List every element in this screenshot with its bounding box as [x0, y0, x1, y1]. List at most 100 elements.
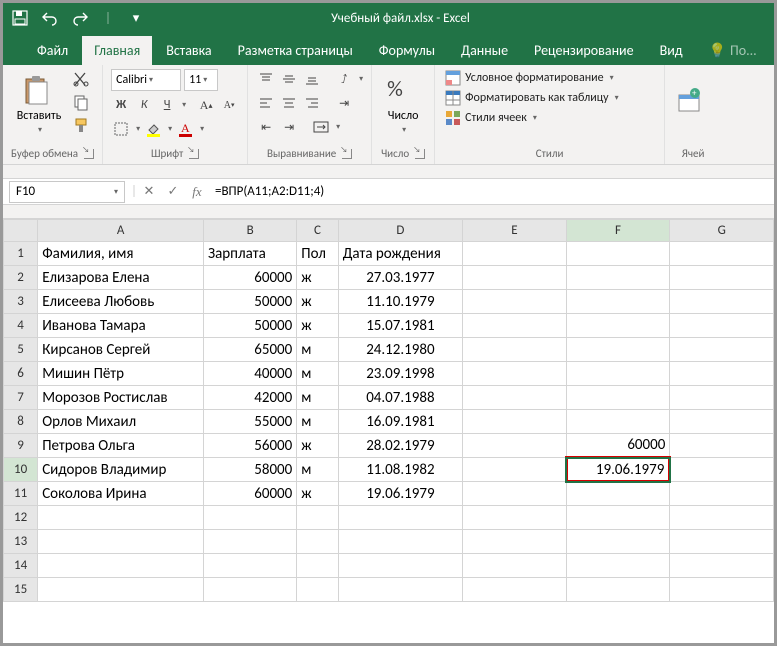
row-header[interactable]: 4 [4, 314, 38, 338]
tell-me-search[interactable]: 💡 По... [697, 36, 769, 65]
underline-button[interactable]: Ч [157, 95, 177, 115]
cell[interactable] [566, 554, 670, 578]
dialog-launcher-icon[interactable] [84, 149, 94, 159]
align-left-icon[interactable] [256, 93, 276, 113]
cell[interactable]: Орлов Михаил [38, 410, 204, 434]
col-header[interactable]: F [566, 220, 670, 242]
cell[interactable]: ж [297, 314, 338, 338]
cell[interactable] [566, 410, 670, 434]
cell[interactable] [338, 506, 462, 530]
fill-color-icon[interactable] [143, 119, 163, 139]
cell[interactable] [566, 530, 670, 554]
font-name-combo[interactable]: Calibri▾ [111, 69, 181, 91]
formula-input[interactable]: =ВПР(A11;A2:D11;4) [209, 184, 774, 199]
cell[interactable]: Фамилия, имя [38, 242, 204, 266]
cell[interactable]: 50000 [204, 290, 297, 314]
paste-button[interactable]: Вставить ▾ [11, 69, 67, 141]
cell[interactable] [204, 530, 297, 554]
borders-icon[interactable] [111, 119, 131, 139]
spreadsheet-grid[interactable]: A B C D E F G 1Фамилия, имяЗарплатаПолДа… [3, 219, 774, 602]
tab-formulas[interactable]: Формулы [367, 36, 447, 65]
cell[interactable] [463, 362, 567, 386]
font-size-combo[interactable]: 11▾ [184, 69, 218, 91]
cell[interactable]: 19.06.1979 [338, 482, 462, 506]
italic-button[interactable]: К [134, 95, 154, 115]
merge-icon[interactable] [311, 117, 331, 137]
cell[interactable] [338, 554, 462, 578]
dialog-launcher-icon[interactable] [415, 149, 425, 159]
cell[interactable] [297, 578, 338, 602]
row-header[interactable]: 6 [4, 362, 38, 386]
cell[interactable]: 42000 [204, 386, 297, 410]
cell[interactable]: 04.07.1988 [338, 386, 462, 410]
cell[interactable] [38, 530, 204, 554]
align-right-icon[interactable] [302, 93, 322, 113]
cell[interactable]: м [297, 338, 338, 362]
cell[interactable] [670, 338, 774, 362]
cell[interactable] [670, 266, 774, 290]
row-header[interactable]: 11 [4, 482, 38, 506]
col-header[interactable]: C [297, 220, 338, 242]
cell[interactable] [463, 410, 567, 434]
cell[interactable]: Сидоров Владимир [38, 458, 204, 482]
col-header[interactable]: E [463, 220, 567, 242]
cell[interactable]: м [297, 386, 338, 410]
accept-formula-icon[interactable]: ✓ [161, 184, 185, 199]
cell[interactable] [463, 242, 567, 266]
tab-view[interactable]: Вид [648, 36, 695, 65]
cell[interactable]: ж [297, 434, 338, 458]
qat-customize-icon[interactable]: ▾ [127, 9, 145, 27]
name-box[interactable]: F10 ▾ [9, 181, 125, 203]
cell[interactable]: 11.08.1982 [338, 458, 462, 482]
increase-indent-icon[interactable]: ⇥ [279, 117, 299, 137]
conditional-formatting-button[interactable]: Условное форматирование▾ [443, 69, 621, 87]
wrap-text-icon[interactable]: ⇥ [334, 93, 354, 113]
cell[interactable] [463, 530, 567, 554]
cell[interactable]: 23.09.1998 [338, 362, 462, 386]
cell[interactable]: м [297, 458, 338, 482]
orientation-icon[interactable]: ⭜ [334, 69, 354, 89]
cell[interactable] [670, 554, 774, 578]
row-header[interactable]: 15 [4, 578, 38, 602]
col-header[interactable]: D [338, 220, 462, 242]
format-as-table-button[interactable]: Форматировать как таблицу▾ [443, 89, 621, 107]
cell[interactable] [566, 578, 670, 602]
cell[interactable] [670, 362, 774, 386]
cell[interactable] [463, 338, 567, 362]
cell[interactable]: 55000 [204, 410, 297, 434]
decrease-font-icon[interactable]: A▾ [219, 95, 239, 115]
redo-icon[interactable] [71, 9, 89, 27]
cell[interactable]: 11.10.1979 [338, 290, 462, 314]
cell[interactable] [670, 314, 774, 338]
align-middle-icon[interactable] [279, 69, 299, 89]
align-bottom-icon[interactable] [302, 69, 322, 89]
row-header[interactable]: 1 [4, 242, 38, 266]
number-format-button[interactable]: % Число ▾ [380, 69, 426, 141]
tab-review[interactable]: Рецензирование [522, 36, 646, 65]
cell[interactable]: Кирсанов Сергей [38, 338, 204, 362]
cell[interactable] [463, 314, 567, 338]
dialog-launcher-icon[interactable] [342, 149, 352, 159]
cell[interactable] [670, 506, 774, 530]
cell[interactable] [670, 578, 774, 602]
cell[interactable]: Иванова Тамара [38, 314, 204, 338]
cell[interactable] [566, 386, 670, 410]
insert-cells-button[interactable]: + [673, 69, 713, 141]
cell[interactable] [566, 290, 670, 314]
cell[interactable]: Мишин Пётр [38, 362, 204, 386]
cell[interactable]: м [297, 362, 338, 386]
cell[interactable] [566, 338, 670, 362]
cell[interactable]: 60000 [204, 482, 297, 506]
cell[interactable] [463, 482, 567, 506]
cell[interactable] [463, 506, 567, 530]
undo-icon[interactable] [41, 9, 59, 27]
copy-icon[interactable] [71, 92, 91, 112]
cell[interactable]: 19.06.1979 [566, 458, 670, 482]
cell[interactable] [38, 578, 204, 602]
cell[interactable] [463, 554, 567, 578]
cell[interactable]: 40000 [204, 362, 297, 386]
cell[interactable] [463, 386, 567, 410]
row-header[interactable]: 7 [4, 386, 38, 410]
cell[interactable] [297, 506, 338, 530]
cell[interactable] [338, 530, 462, 554]
